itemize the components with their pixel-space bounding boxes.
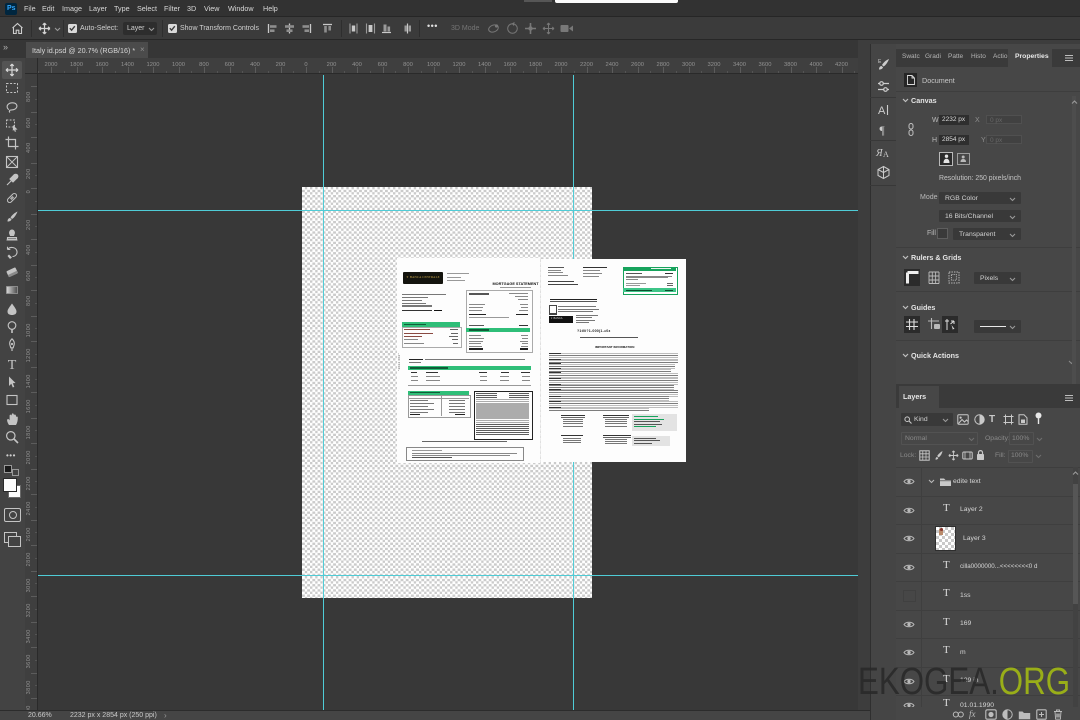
svg-text:T: T bbox=[8, 358, 17, 373]
svg-text:¶: ¶ bbox=[880, 125, 886, 137]
svg-text:A: A bbox=[883, 150, 889, 159]
svg-text:A: A bbox=[878, 105, 886, 117]
svg-text:E: E bbox=[878, 59, 882, 65]
